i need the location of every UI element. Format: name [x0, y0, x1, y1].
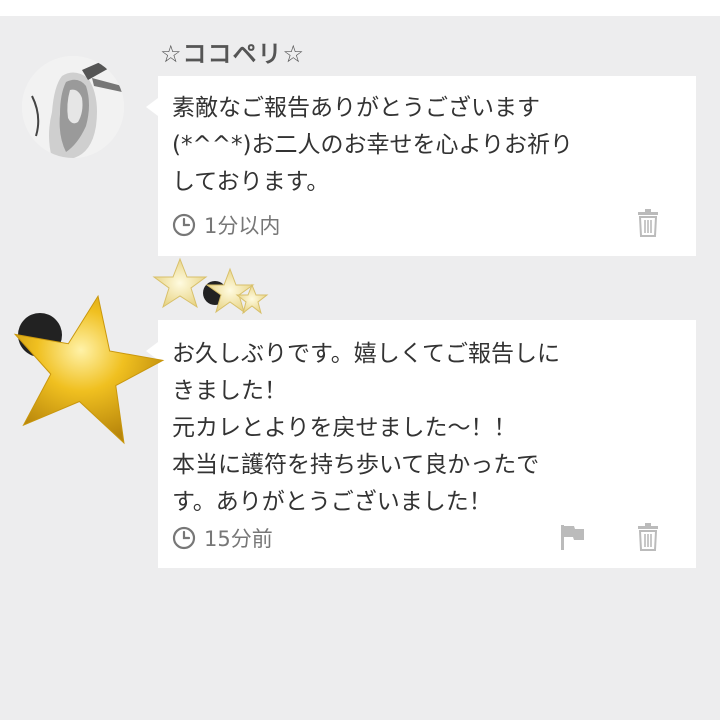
report-button[interactable]: [558, 523, 586, 555]
comment-bubble: 素敵なご報告ありがとうございます (*^^*)お二人のお幸せを心よりお祈り して…: [146, 76, 696, 256]
comment-text: お久しぶりです。嬉しくてご報告しに きました！ 元カレとよりを戻せました〜！！ …: [172, 341, 561, 515]
comment-time: 1分以内: [204, 214, 281, 238]
trash-icon: [638, 523, 658, 551]
delete-button[interactable]: [636, 209, 660, 241]
flag-icon: [561, 525, 584, 550]
comment-bubble: お久しぶりです。嬉しくてご報告しに きました！ 元カレとよりを戻せました〜！！ …: [146, 320, 696, 568]
comment-time: 15分前: [204, 527, 273, 551]
comment-username[interactable]: ☆ココペリ☆: [160, 34, 305, 69]
comment-meta: 1分以内: [172, 210, 280, 240]
comment-text: 素敵なご報告ありがとうございます (*^^*)お二人のお幸せを心よりお祈り して…: [172, 95, 574, 195]
delete-button[interactable]: [636, 523, 660, 555]
avatar[interactable]: [22, 56, 124, 158]
comment-meta: 15分前: [172, 523, 273, 553]
trash-icon: [638, 209, 658, 237]
user-avatar-photo-icon: [22, 56, 124, 158]
clock-icon: [172, 526, 196, 550]
clock-icon: [172, 213, 196, 237]
top-bar: [0, 0, 720, 16]
